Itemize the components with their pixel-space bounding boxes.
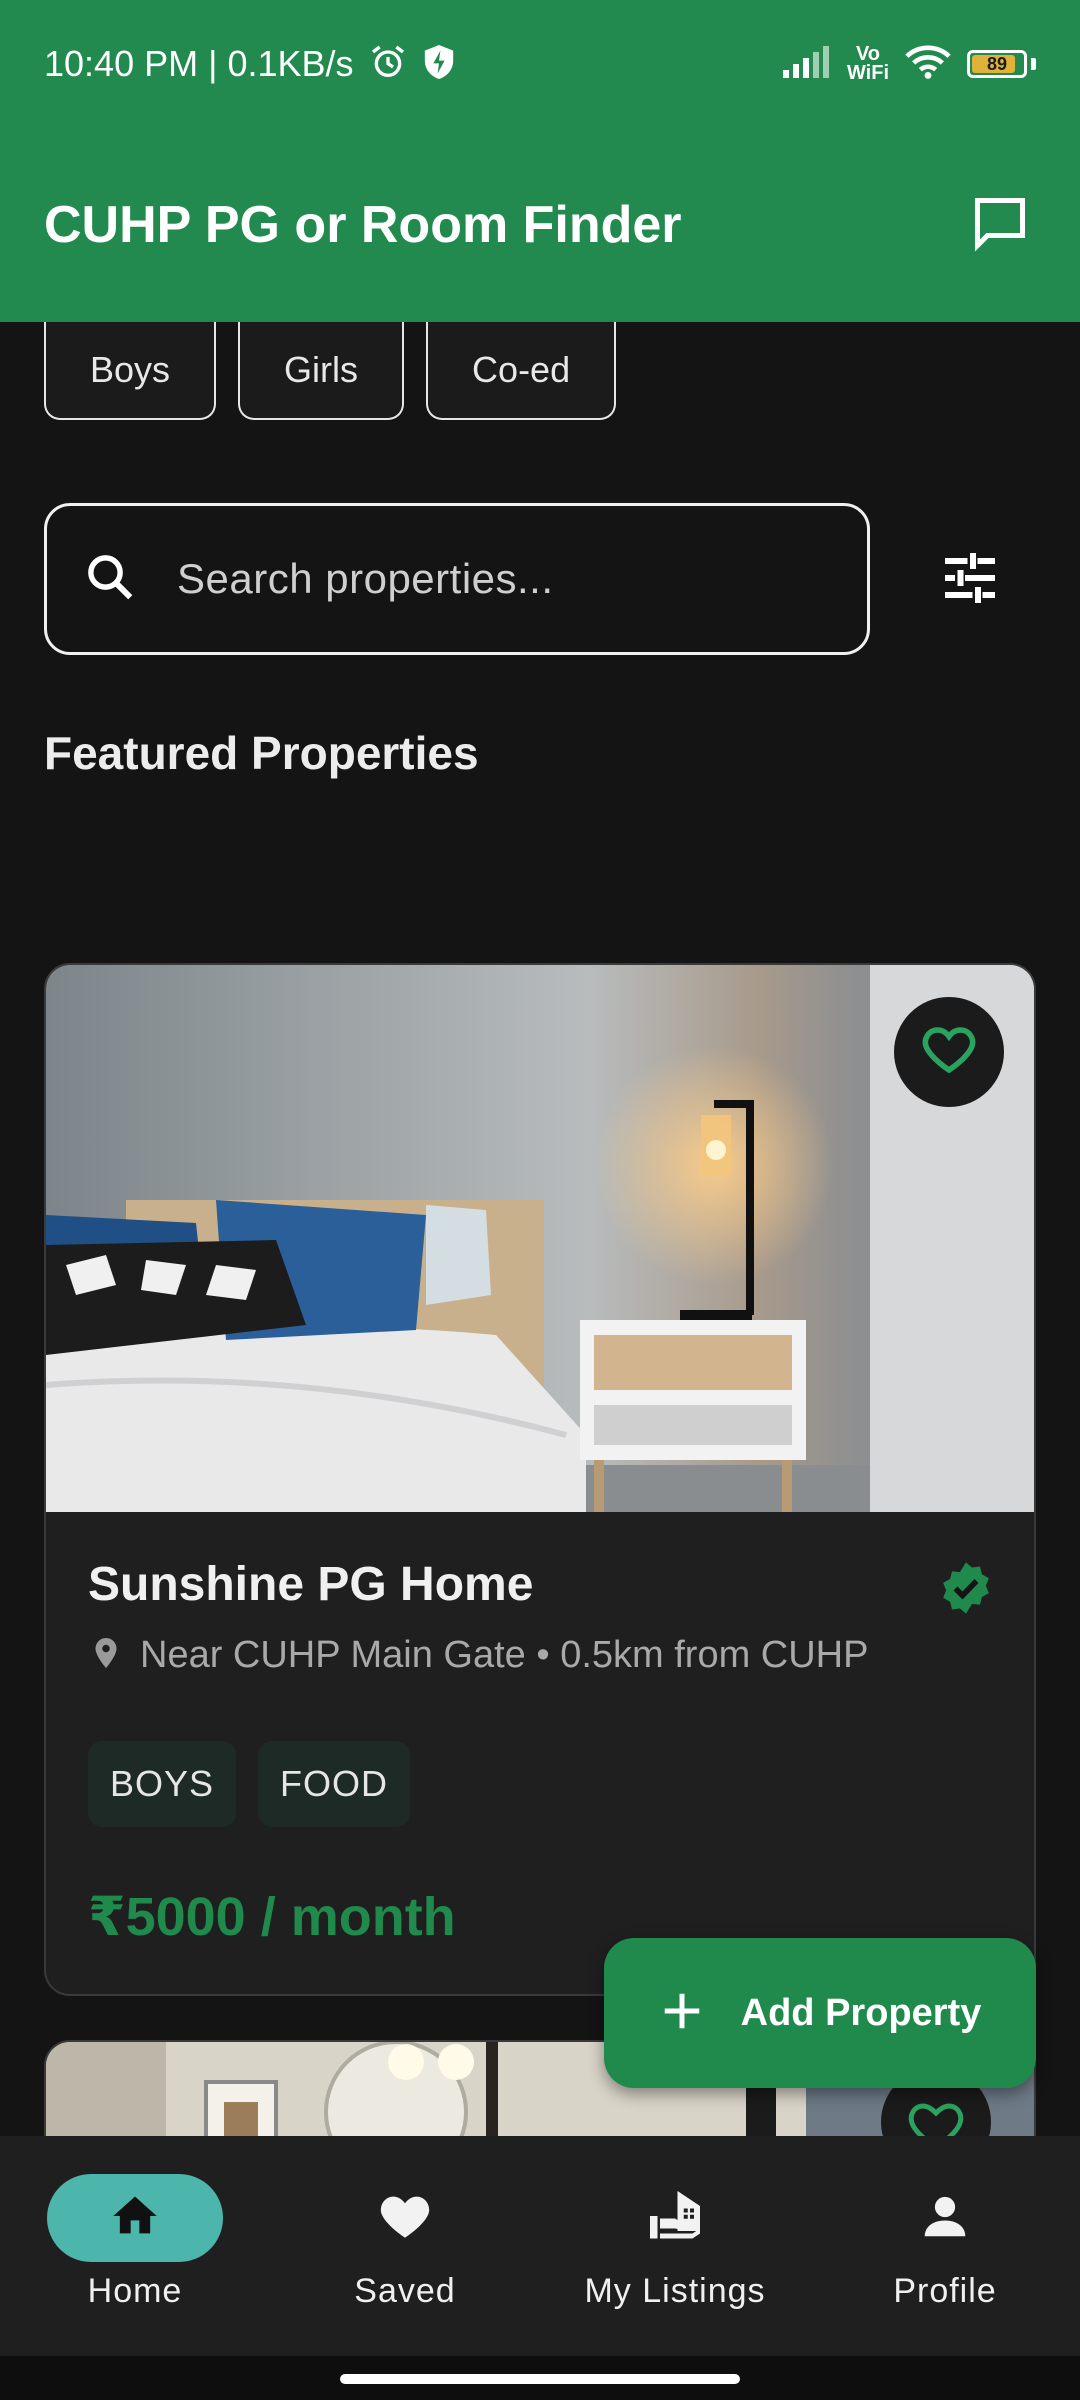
- gesture-handle[interactable]: [340, 2374, 740, 2384]
- add-property-label: Add Property: [740, 1991, 982, 2034]
- location-row: Near CUHP Main Gate • 0.5km from CUHP: [88, 1633, 868, 1678]
- nav-item-home[interactable]: Home: [0, 2136, 270, 2356]
- nav-item-profile[interactable]: Profile: [810, 2136, 1080, 2356]
- tune-icon: [940, 548, 1000, 613]
- app-bar: CUHP PG or Room Finder: [0, 128, 1080, 322]
- favorite-button[interactable]: [894, 997, 1004, 1107]
- nav-item-my-listings[interactable]: My Listings: [540, 2136, 810, 2356]
- battery-indicator: 89: [967, 50, 1027, 78]
- shield-bolt-icon: [422, 43, 456, 86]
- search-input[interactable]: Search properties...: [44, 503, 870, 655]
- app-title: CUHP PG or Room Finder: [44, 196, 682, 254]
- chat-button[interactable]: [964, 189, 1036, 261]
- nav-label-saved: Saved: [354, 2272, 456, 2310]
- nav-home-pill: [47, 2174, 223, 2262]
- property-price: ₹5000 / month: [88, 1887, 456, 1947]
- listings-icon: [645, 2186, 705, 2251]
- plus-icon: [659, 1988, 705, 2039]
- nav-label-home: Home: [87, 2272, 183, 2310]
- location-pin-icon: [88, 1633, 124, 1678]
- search-icon: [83, 550, 137, 609]
- nav-profile-pill: [857, 2174, 1033, 2262]
- heart-icon: [376, 2187, 434, 2250]
- nav-label-profile: Profile: [893, 2272, 997, 2310]
- property-tags: BOYS FOOD: [88, 1741, 411, 1827]
- heart-outline-icon: [919, 1020, 979, 1085]
- chip-girls[interactable]: Girls: [238, 322, 405, 420]
- tag-boys: BOYS: [88, 1741, 237, 1827]
- wifi-icon: [905, 44, 951, 85]
- vowifi-line2: WiFi: [846, 62, 889, 84]
- status-time: 10:40 PM | 0.1KB/s: [44, 43, 354, 84]
- bottom-navigation: Home Saved My Listings Profile: [0, 2136, 1080, 2356]
- property-location: Near CUHP Main Gate • 0.5km from CUHP: [140, 1634, 869, 1676]
- nav-label-my-listings: My Listings: [584, 2272, 766, 2310]
- nav-listings-pill: [587, 2174, 763, 2262]
- nav-item-saved[interactable]: Saved: [270, 2136, 540, 2356]
- vowifi-indicator: Vo WiFi: [846, 44, 889, 84]
- property-image: [46, 965, 1034, 1512]
- verified-icon: [938, 1560, 994, 1621]
- home-icon: [109, 2190, 161, 2247]
- property-title: Sunshine PG Home: [88, 1558, 534, 1611]
- nav-saved-pill: [317, 2174, 493, 2262]
- filter-chips: Boys Girls Co-ed: [44, 322, 617, 420]
- chip-co-ed[interactable]: Co-ed: [426, 322, 617, 420]
- search-placeholder: Search properties...: [177, 555, 554, 602]
- section-title: Featured Properties: [44, 727, 479, 779]
- person-icon: [918, 2189, 972, 2248]
- chat-icon: [970, 193, 1030, 258]
- tag-food: FOOD: [258, 1741, 411, 1827]
- status-bar: 10:40 PM | 0.1KB/s Vo WiFi 89: [0, 0, 1080, 128]
- alarm-icon: [368, 42, 408, 87]
- add-property-button[interactable]: Add Property: [604, 1938, 1036, 2088]
- filter-button[interactable]: [930, 540, 1010, 620]
- chip-boys[interactable]: Boys: [44, 322, 217, 420]
- battery-level: 89: [986, 53, 1008, 74]
- signal-icon: [782, 45, 831, 83]
- property-card[interactable]: Sunshine PG Home Near CUHP Main Gate • 0…: [44, 963, 1036, 1996]
